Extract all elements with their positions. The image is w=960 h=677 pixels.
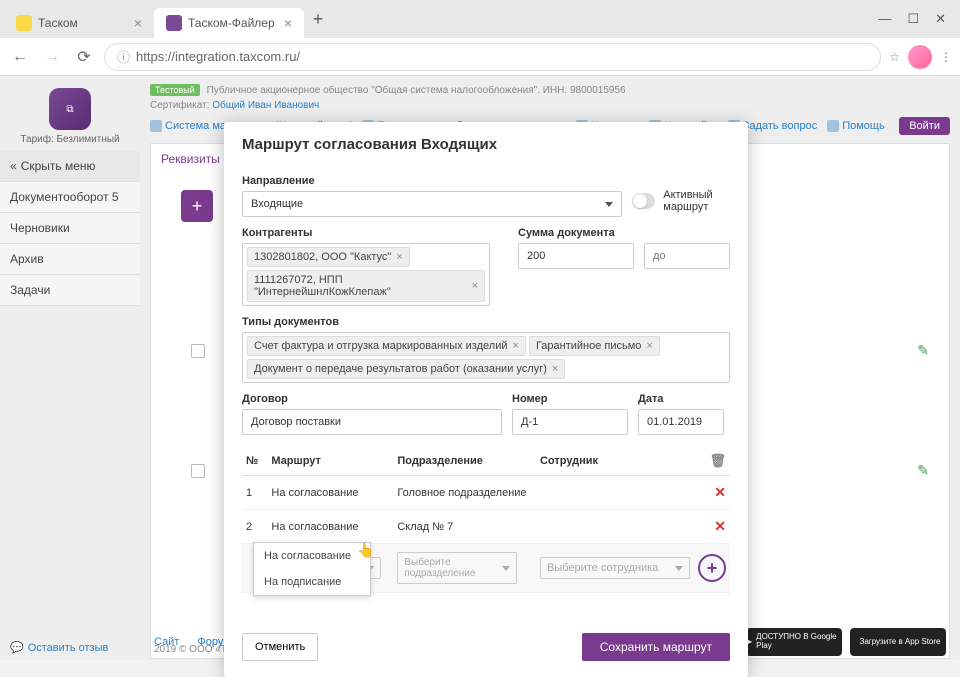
delete-row-icon[interactable]: ✕	[714, 518, 726, 534]
browser-tab-active[interactable]: Таском-Файлер ×	[154, 8, 304, 38]
info-icon: ⓘ	[117, 47, 130, 66]
remove-chip-icon[interactable]: ×	[552, 363, 558, 375]
bookmark-icon[interactable]: ☆	[889, 50, 900, 64]
cert-info: Сертификат: Общий Иван Иванович	[150, 98, 950, 113]
minimize-icon[interactable]: —	[878, 11, 891, 27]
active-route-label: Активный маршрут	[663, 189, 730, 213]
chevron-left-icon: «	[10, 159, 17, 173]
profile-avatar[interactable]	[908, 45, 932, 69]
help-icon	[827, 120, 839, 132]
remove-chip-icon[interactable]: ×	[396, 251, 402, 263]
link-help[interactable]: Помощь	[827, 120, 885, 132]
remove-chip-icon[interactable]: ×	[513, 340, 519, 352]
forward-button[interactable]: →	[40, 45, 64, 69]
tab-title: Таском-Файлер	[188, 16, 275, 30]
sidebar-item-archive[interactable]: Архив	[0, 244, 140, 275]
dropdown-option[interactable]: На подписание	[254, 569, 370, 595]
route-row: 2 На согласование Склад № 7 ✕	[242, 510, 730, 544]
row-checkbox[interactable]	[191, 464, 205, 478]
date-input[interactable]: 01.01.2019	[638, 409, 724, 435]
close-icon[interactable]: ×	[284, 15, 292, 31]
modal-title: Маршрут согласования Входящих	[242, 136, 730, 153]
add-button[interactable]: +	[181, 190, 213, 222]
comment-icon: 💬	[10, 641, 24, 654]
hide-menu-button[interactable]: « Скрыть меню	[0, 151, 140, 182]
delete-row-icon[interactable]: ✕	[714, 484, 726, 500]
google-play-badge[interactable]: ▶ДОСТУПНО В Google Play	[746, 628, 842, 656]
trash-icon[interactable]: 🗑	[709, 453, 726, 468]
col-dept: Подразделение	[393, 447, 536, 476]
close-window-icon[interactable]: ✕	[935, 11, 946, 27]
contract-label: Договор	[242, 393, 502, 405]
contragents-field[interactable]: 1302801802, ООО "Кактус"× 1111267072, НП…	[242, 243, 490, 306]
employee-select[interactable]: Выберите сотрудника	[540, 557, 690, 579]
add-step-button[interactable]: +	[698, 554, 726, 582]
row-checkbox[interactable]	[191, 344, 205, 358]
doctypes-field[interactable]: Счет фактура и отгрузка маркированных из…	[242, 332, 730, 383]
col-num: №	[242, 447, 267, 476]
browser-tab-bar: Таском × Таском-Файлер × + — ☐ ✕	[0, 0, 960, 38]
chip-doctype: Гарантийное письмо×	[529, 336, 660, 356]
maximize-icon[interactable]: ☐	[907, 11, 919, 27]
number-label: Номер	[512, 393, 628, 405]
contract-input[interactable]: Договор поставки	[242, 409, 502, 435]
reload-button[interactable]: ⟳	[72, 45, 96, 69]
chevron-down-icon	[605, 202, 613, 207]
number-input[interactable]: Д-1	[512, 409, 628, 435]
sidebar: ⧉ Тариф: Безлимитный « Скрыть меню Докум…	[0, 76, 140, 660]
route-type-dropdown: На согласование На подписание	[253, 542, 371, 596]
dropdown-option[interactable]: На согласование	[254, 543, 370, 569]
direction-select[interactable]: Входящие	[242, 191, 622, 217]
chip-contragent: 1302801802, ООО "Кактус"×	[247, 247, 410, 267]
app-logo: ⧉	[49, 88, 91, 130]
chevron-down-icon	[502, 566, 510, 571]
menu-icon[interactable]: ⋮	[940, 50, 952, 64]
remove-chip-icon[interactable]: ×	[646, 340, 652, 352]
cancel-button[interactable]: Отменить	[242, 633, 318, 661]
col-route: Маршрут	[267, 447, 393, 476]
test-badge: Тестовый	[150, 84, 200, 96]
save-route-button[interactable]: Сохранить маршрут	[582, 633, 730, 661]
doctypes-label: Типы документов	[242, 316, 730, 328]
app-store-badge[interactable]: Загрузите в App Store	[850, 628, 946, 656]
hide-menu-label: Скрыть меню	[21, 159, 96, 173]
favicon	[16, 15, 32, 31]
window-controls: — ☐ ✕	[878, 11, 956, 27]
browser-tab[interactable]: Таском ×	[4, 8, 154, 38]
cert-link[interactable]: Общий Иван Иванович	[212, 100, 319, 111]
col-emp: Сотрудник	[536, 447, 694, 476]
back-button[interactable]: ←	[8, 45, 32, 69]
favicon	[166, 15, 182, 31]
close-icon[interactable]: ×	[134, 15, 142, 31]
edit-icon[interactable]: ✎	[917, 342, 929, 359]
chip-doctype: Документ о передаче результатов работ (о…	[247, 359, 565, 379]
chip-contragent: 1111267072, НПП "ИнтернейшнлКожКлепаж"×	[247, 270, 485, 302]
feedback-link[interactable]: 💬 Оставить отзыв	[10, 641, 108, 654]
remove-chip-icon[interactable]: ×	[472, 280, 478, 292]
sidebar-item-tasks[interactable]: Задачи	[0, 275, 140, 306]
dept-select[interactable]: Выберите подразделение	[397, 552, 517, 584]
org-info: Тестовый Публичное акционерное общество …	[150, 82, 950, 98]
chip-doctype: Счет фактура и отгрузка маркированных из…	[247, 336, 526, 356]
route-row: 1 На согласование Головное подразделение…	[242, 476, 730, 510]
url-field[interactable]: ⓘ https://integration.taxcom.ru/	[104, 43, 881, 71]
sum-to-input[interactable]	[644, 243, 730, 269]
url-text: https://integration.taxcom.ru/	[136, 49, 300, 64]
tab-title: Таском	[38, 16, 78, 30]
direction-label: Направление	[242, 175, 622, 187]
login-button[interactable]: Войти	[899, 117, 950, 135]
tariff-label: Тариф: Безлимитный	[0, 134, 140, 145]
sidebar-item-drafts[interactable]: Черновики	[0, 213, 140, 244]
chevron-down-icon	[675, 566, 683, 571]
address-bar: ← → ⟳ ⓘ https://integration.taxcom.ru/ ☆…	[0, 38, 960, 76]
sidebar-item-docs[interactable]: Документооборот 5	[0, 182, 140, 213]
edit-icon[interactable]: ✎	[917, 462, 929, 479]
marking-icon	[150, 120, 162, 132]
new-tab-button[interactable]: +	[304, 5, 332, 33]
sum-from-input[interactable]: 200	[518, 243, 634, 269]
contragents-label: Контрагенты	[242, 227, 508, 239]
sum-label: Сумма документа	[518, 227, 730, 239]
date-label: Дата	[638, 393, 724, 405]
active-route-toggle[interactable]	[632, 193, 655, 209]
